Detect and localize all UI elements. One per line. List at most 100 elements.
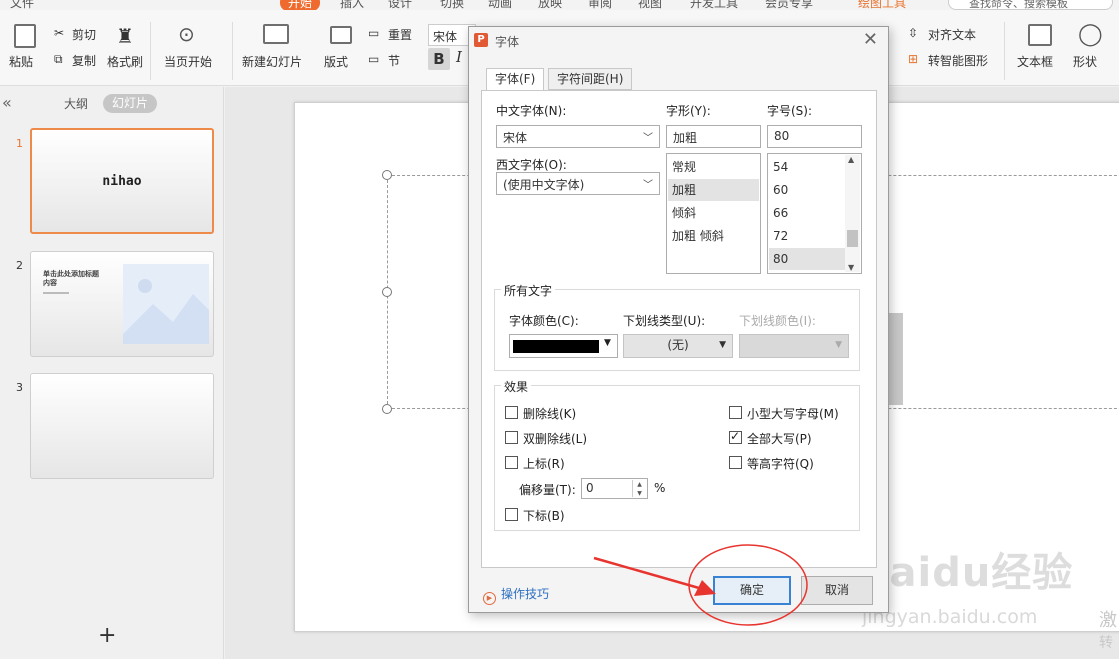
list-item[interactable]: 加粗 [668, 179, 759, 201]
close-icon[interactable]: ✕ [863, 29, 878, 50]
section-button[interactable]: 节 [388, 52, 400, 69]
align-text-icon[interactable]: ⇳ [908, 26, 918, 40]
small-caps-checkbox[interactable] [729, 406, 742, 419]
menu-view[interactable]: 视图 [638, 0, 662, 10]
collapse-panel-icon[interactable]: « [2, 93, 12, 112]
italic-button[interactable]: I [456, 48, 462, 66]
equal-height-checkbox[interactable] [729, 456, 742, 469]
list-item[interactable]: 常规 [668, 156, 759, 178]
list-item[interactable]: 加粗 倾斜 [668, 225, 759, 247]
play-icon[interactable]: ⊙ [178, 22, 195, 46]
list-item[interactable]: 60 [769, 179, 845, 201]
scroll-down-icon[interactable]: ▼ [848, 263, 854, 272]
tips-link[interactable]: ▶ 操作技巧 [483, 585, 549, 605]
add-slide-icon[interactable]: + [98, 623, 116, 648]
tab-slides[interactable]: 幻灯片 [103, 94, 158, 113]
format-painter-button[interactable]: 格式刷 [107, 53, 143, 70]
resize-handle[interactable] [382, 287, 392, 297]
text-selection-highlight [889, 313, 903, 405]
menu-member[interactable]: 会员专享 [765, 0, 813, 10]
reset-button[interactable]: 重置 [388, 26, 412, 43]
slide-thumbnail-1[interactable]: nihao [30, 128, 214, 234]
subscript-checkbox[interactable] [505, 508, 518, 521]
menu-review[interactable]: 审阅 [588, 0, 612, 10]
paste-icon[interactable] [14, 24, 36, 48]
superscript-checkbox[interactable] [505, 456, 518, 469]
all-caps-label[interactable]: 全部大写(P) [747, 430, 812, 447]
equal-height-label[interactable]: 等高字符(Q) [747, 455, 814, 472]
double-strikethrough-label[interactable]: 双删除线(L) [523, 430, 587, 447]
list-item[interactable]: 66 [769, 202, 845, 224]
subscript-label[interactable]: 下标(B) [523, 507, 565, 524]
from-current-button[interactable]: 当页开始 [164, 53, 212, 70]
cut-button[interactable]: 剪切 [72, 26, 96, 43]
list-item[interactable]: 54 [769, 156, 845, 178]
bold-button[interactable]: B [428, 48, 450, 70]
list-item[interactable]: 80 [769, 248, 845, 270]
font-color-picker[interactable]: ▼ [509, 334, 618, 358]
smart-shape-button[interactable]: 转智能图形 [928, 52, 988, 69]
strikethrough-label[interactable]: 删除线(K) [523, 405, 576, 422]
offset-value: 0 [586, 481, 594, 495]
text-box-button[interactable]: 文本框 [1017, 53, 1053, 70]
cn-font-select[interactable]: 宋体 ﹀ [496, 125, 660, 148]
dialog-title: 字体 [495, 35, 520, 49]
copy-button[interactable]: 复制 [72, 52, 96, 69]
menu-home[interactable]: 开始 [280, 0, 321, 10]
menu-slideshow[interactable]: 放映 [538, 0, 562, 10]
menu-transition[interactable]: 切换 [440, 0, 464, 10]
shape-icon[interactable]: ◯ [1078, 22, 1103, 47]
search-input[interactable]: 查找命令、搜索模板 [948, 0, 1113, 10]
scroll-up-icon[interactable]: ▲ [848, 155, 854, 164]
dialog-titlebar[interactable]: P 字体 ✕ [469, 27, 888, 54]
underline-type-select[interactable]: (无) ▼ [623, 334, 733, 358]
align-text-button[interactable]: 对齐文本 [928, 26, 976, 43]
spinner-arrows-icon[interactable]: ▲ ▼ [632, 480, 646, 497]
menu-animation[interactable]: 动画 [488, 0, 512, 10]
font-size-input[interactable]: 80 [767, 125, 862, 148]
resize-handle[interactable] [382, 404, 392, 414]
font-style-list[interactable]: 常规 加粗 倾斜 加粗 倾斜 [666, 153, 761, 274]
small-caps-label[interactable]: 小型大写字母(M) [747, 405, 839, 422]
west-font-select[interactable]: (使用中文字体) ﹀ [496, 172, 660, 195]
tab-outline[interactable]: 大纲 [64, 95, 88, 112]
offset-spinner[interactable]: 0 ▲ ▼ [581, 478, 648, 499]
resize-handle[interactable] [382, 170, 392, 180]
new-slide-button[interactable]: 新建幻灯片 [242, 53, 302, 70]
scrollbar[interactable]: ▲ ▼ [845, 155, 860, 272]
cn-font-value: 宋体 [503, 131, 528, 145]
layout-icon[interactable] [330, 26, 352, 44]
slide-thumbnail-2[interactable]: 单击此处添加标题内容 [30, 251, 214, 357]
copy-icon[interactable]: ⧉ [54, 52, 63, 67]
menu-design[interactable]: 设计 [388, 0, 412, 10]
cancel-button[interactable]: 取消 [801, 576, 873, 605]
reset-icon[interactable]: ▭ [368, 26, 379, 40]
shape-button[interactable]: 形状 [1073, 53, 1097, 70]
menu-file[interactable]: 文件 [10, 0, 34, 10]
scrollbar-thumb[interactable] [847, 230, 858, 247]
font-style-input[interactable]: 加粗 [666, 125, 761, 148]
list-item[interactable]: 倾斜 [668, 202, 759, 224]
new-slide-icon[interactable] [263, 24, 289, 44]
font-size-list[interactable]: 54 60 66 72 80 ▲ ▼ [767, 153, 862, 274]
text-box-icon[interactable] [1028, 24, 1052, 46]
menu-drawing-tools[interactable]: 绘图工具 [858, 0, 906, 10]
ok-button[interactable]: 确定 [713, 576, 791, 605]
superscript-label[interactable]: 上标(R) [523, 455, 565, 472]
paste-button[interactable]: 粘贴 [9, 53, 33, 70]
all-caps-checkbox[interactable] [729, 429, 742, 444]
smart-shape-icon[interactable]: ⊞ [908, 52, 918, 66]
double-strikethrough-checkbox[interactable] [505, 431, 518, 444]
tab-character-spacing[interactable]: 字符间距(H) [548, 68, 633, 90]
slide-thumbnail-3[interactable] [30, 373, 214, 479]
menu-developer[interactable]: 开发工具 [690, 0, 738, 10]
section-icon[interactable]: ▭ [368, 52, 379, 66]
app-logo-icon: P [474, 33, 488, 47]
scissors-icon[interactable]: ✂ [54, 26, 64, 40]
list-item[interactable]: 72 [769, 225, 845, 247]
layout-button[interactable]: 版式 [324, 53, 348, 70]
brush-icon[interactable]: ♜ [116, 24, 134, 48]
menu-insert[interactable]: 插入 [340, 0, 364, 10]
tab-font[interactable]: 字体(F) [486, 68, 545, 91]
strikethrough-checkbox[interactable] [505, 406, 518, 419]
